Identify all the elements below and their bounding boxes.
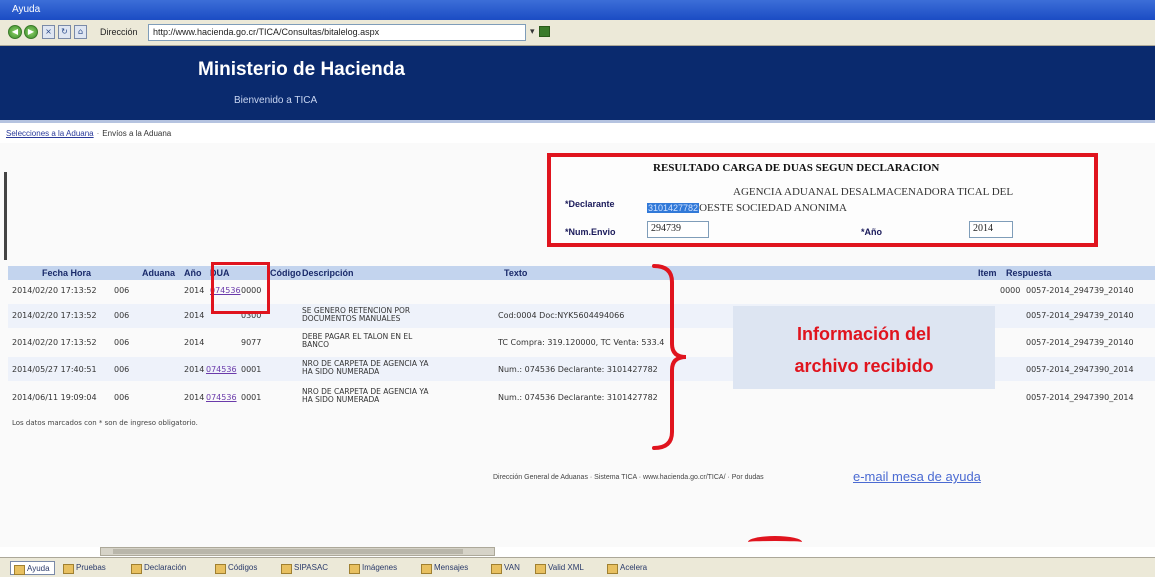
declarante-id[interactable]: 3101427782 [647,203,700,213]
cell-fecha: 2014/06/11 19:09:04 [12,393,97,402]
declarante-name-line2: 3101427782OESTE SOCIEDAD ANONIMA [647,202,847,214]
cell-anio: 2014 [184,311,205,320]
declarante-name-line1: AGENCIA ADUANAL DESALMACENADORA TICAL DE… [733,186,1014,198]
result-panel: RESULTADO CARGA DE DUAS SEGUN DECLARACIO… [547,153,1098,247]
breadcrumb-current: Envíos a la Aduana [102,129,172,138]
cell-anio: 2014 [184,338,205,347]
cell-texto: Num.: 074536 Declarante: 3101427782 [498,393,658,402]
cell-descripcion: SE GENERO RETENCION POR DOCUMENTOS MANUA… [302,306,411,323]
cell-descripcion: DEBE PAGAR EL TALON EN EL BANCO [302,332,413,349]
table-header: Fecha Hora Aduana Año DUA Código Descrip… [8,266,1155,280]
breadcrumb-link[interactable]: Selecciones a la Aduana [6,129,94,138]
cell-descripcion: NRO DE CARPETA DE AGENCIA YA HA SIDO NUM… [302,359,429,376]
refresh-icon[interactable]: ↻ [58,25,71,39]
header-banner: Ministerio de Hacienda Bienvenido a TICA [0,46,1155,120]
browser-toolbar: ◀ ▶ × ↻ ⌂ Dirección http://www.hacienda.… [0,20,1155,46]
help-email-link[interactable]: e-mail mesa de ayuda [853,469,981,484]
callout-line1: Información del [796,324,931,344]
dua-highlight-box [211,262,270,314]
address-input[interactable]: http://www.hacienda.go.cr/TICA/Consultas… [148,24,526,41]
cell-codigo: 0001 [241,393,262,402]
anio-field[interactable]: 2014 [969,221,1013,238]
cell-aduana: 006 [114,393,130,402]
col-codigo: Código [270,268,301,278]
cell-texto: Num.: 074536 Declarante: 3101427782 [498,365,658,374]
cell-item: 0000 [1000,286,1021,295]
cell-dua-link[interactable]: 074536 [206,365,237,374]
table-row: 2014/02/20 17:13:52 006 2014 074536 0000… [8,281,1155,302]
col-anio: Año [184,268,202,278]
cell-texto: Cod:0004 Doc:NYK5604494066 [498,311,625,320]
cell-anio: 2014 [184,393,205,402]
breadcrumb: Selecciones a la Aduana · Envíos a la Adua… [6,129,171,138]
cell-fecha: 2014/05/27 17:40:51 [12,365,97,374]
cell-aduana: 006 [114,286,130,295]
forward-icon[interactable]: ▶ [24,25,38,39]
declarante-name-rest: OESTE SOCIEDAD ANONIMA [699,202,847,214]
col-aduana: Aduana [142,268,176,278]
col-item: Item [978,268,997,278]
task-imagenes[interactable]: Imágenes [346,561,401,575]
window-title: Ayuda [12,4,41,15]
cell-anio: 2014 [184,365,205,374]
stop-icon[interactable]: × [42,25,55,39]
taskbar: Ayuda Pruebas Declaración Códigos SIPASA… [0,557,1155,577]
footer-text: Dirección General de Aduanas · Sistema T… [493,474,764,481]
task-sipasac[interactable]: SIPASAC [278,561,332,575]
cell-respuesta: 0057-2014_294739_20140 [1026,338,1134,347]
cell-respuesta: 0057-2014_2947390_2014 [1026,393,1134,402]
col-texto: Texto [504,268,528,278]
declarante-label: *Declarante [565,199,615,209]
cell-aduana: 006 [114,338,130,347]
result-title: RESULTADO CARGA DE DUAS SEGUN DECLARACIO… [653,162,940,174]
logo-arc-icon [748,536,802,548]
cell-aduana: 006 [114,365,130,374]
num-envio-label: *Num.Envio [565,227,616,237]
banner-divider [0,120,1155,123]
required-fields-note: Los datos marcados con * son de ingreso … [12,419,198,427]
curly-brace-icon [652,264,687,450]
cell-fecha: 2014/02/20 17:13:52 [12,286,97,295]
back-icon[interactable]: ◀ [8,25,22,39]
task-pruebas[interactable]: Pruebas [60,561,110,575]
cell-dua-link[interactable]: 074536 [206,393,237,402]
col-descripcion: Descripción [302,268,354,278]
cell-codigo: 0001 [241,365,262,374]
task-mensajes[interactable]: Mensajes [418,561,472,575]
cell-descripcion: NRO DE CARPETA DE AGENCIA YA HA SIDO NUM… [302,387,429,404]
cell-anio: 2014 [184,286,205,295]
cell-respuesta: 0057-2014_294739_20140 [1026,311,1134,320]
home-icon[interactable]: ⌂ [74,25,87,39]
callout-box: Información del archivo recibido [733,306,995,389]
cell-codigo: 9077 [241,338,262,347]
task-ayuda[interactable]: Ayuda [10,561,55,575]
cell-aduana: 006 [114,311,130,320]
horizontal-scrollbar[interactable] [100,547,495,556]
welcome-text: Bienvenido a TICA [234,95,318,106]
window-title-bar: Ayuda [0,0,1155,20]
task-codigos[interactable]: Códigos [212,561,261,575]
page-title: Ministerio de Hacienda [198,59,405,80]
cell-respuesta: 0057-2014_294739_20140 [1026,286,1134,295]
callout-line2: archivo recibido [794,356,934,376]
num-envio-field[interactable]: 294739 [647,221,709,238]
cell-respuesta: 0057-2014_2947390_2014 [1026,365,1134,374]
cell-texto: TC Compra: 319.120000, TC Venta: 533.4 [498,338,665,347]
col-respuesta: Respuesta [1006,268,1052,278]
cell-fecha: 2014/02/20 17:13:52 [12,338,97,347]
breadcrumb-separator: · [96,129,100,138]
address-label: Dirección [100,27,138,37]
task-declaracion[interactable]: Declaración [128,561,190,575]
scrollbar-thumb[interactable] [113,549,463,554]
task-acelera[interactable]: Acelera [604,561,651,575]
left-edge-shadow [4,172,7,260]
col-fecha-hora: Fecha Hora [42,268,92,278]
task-valid-xml[interactable]: Valid XML [532,561,588,575]
go-button[interactable]: ▾ [530,26,550,37]
task-van[interactable]: VAN [488,561,524,575]
anio-label: *Año [861,227,882,237]
cell-fecha: 2014/02/20 17:13:52 [12,311,97,320]
